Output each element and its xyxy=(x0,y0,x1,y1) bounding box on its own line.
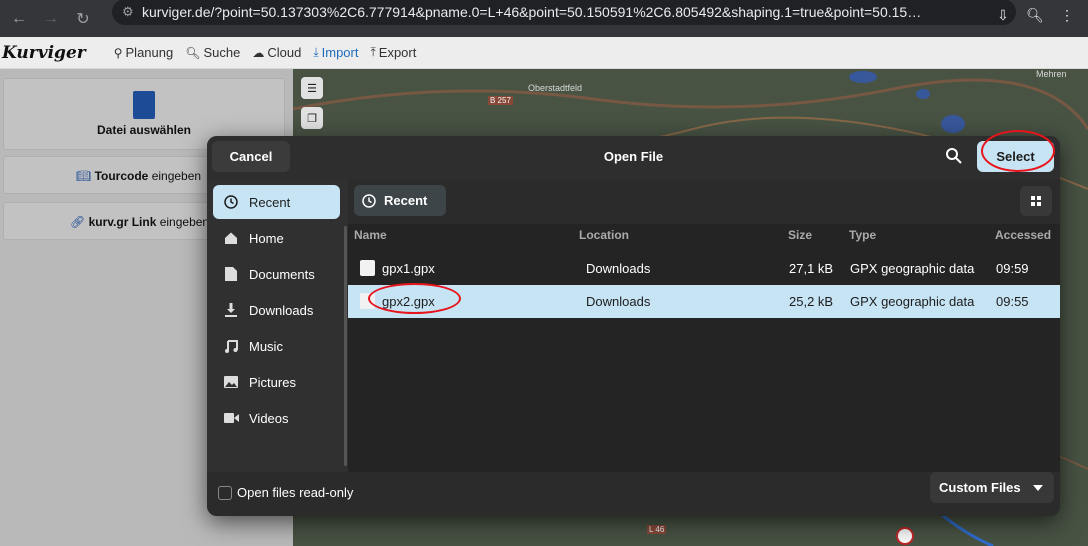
file-accessed: 09:55 xyxy=(996,294,1029,309)
column-header-location[interactable]: Location xyxy=(579,228,629,242)
download-icon xyxy=(223,302,239,318)
file-type: GPX geographic data xyxy=(850,294,975,309)
sidebar-item-videos[interactable]: Videos xyxy=(213,401,340,435)
grid-view-button[interactable] xyxy=(1020,186,1052,216)
file-icon xyxy=(360,260,375,276)
install-app-icon[interactable]: ⇩ xyxy=(990,2,1016,28)
sidebar-scrollbar[interactable] xyxy=(344,226,347,466)
annotation-circle-select xyxy=(981,130,1055,172)
column-header-accessed[interactable]: Accessed xyxy=(995,228,1051,242)
video-icon xyxy=(223,410,239,426)
grid-icon xyxy=(1031,196,1041,206)
file-filter-dropdown[interactable]: Custom Files xyxy=(930,472,1054,503)
music-icon xyxy=(223,338,239,354)
search-icon[interactable] xyxy=(944,146,964,166)
back-arrow-icon[interactable]: ← xyxy=(6,6,32,32)
dialog-header: Cancel Open File Select xyxy=(207,136,1060,180)
forward-arrow-icon[interactable]: → xyxy=(38,6,64,32)
browser-toolbar: ← → ↻ ⚙ kurviger.de/?point=50.137303%2C6… xyxy=(0,0,1088,37)
readonly-label[interactable]: Open files read-only xyxy=(237,485,353,500)
sidebar-item-pictures[interactable]: Pictures xyxy=(213,365,340,399)
chevron-down-icon xyxy=(1032,484,1043,491)
location-recent-button[interactable]: Recent xyxy=(354,185,446,216)
sidebar-item-recent[interactable]: Recent xyxy=(213,185,340,219)
reload-icon[interactable]: ↻ xyxy=(70,6,96,32)
column-header-name[interactable]: Name xyxy=(354,228,387,242)
clock-icon xyxy=(223,194,239,210)
file-location: Downloads xyxy=(586,261,651,276)
sidebar-item-music[interactable]: Music xyxy=(213,329,340,363)
file-accessed: 09:59 xyxy=(996,261,1029,276)
url-text[interactable]: kurviger.de/?point=50.137303%2C6.777914&… xyxy=(142,4,1002,20)
column-header-type[interactable]: Type xyxy=(849,228,876,242)
file-list-pane: Recent Name Location Size Type Accessed … xyxy=(348,180,1060,472)
document-icon xyxy=(223,266,239,282)
zoom-icon[interactable]: 🔍︎ xyxy=(1022,2,1048,28)
file-size: 25,2 kB xyxy=(789,294,834,309)
sidebar-item-documents[interactable]: Documents xyxy=(213,257,340,291)
dialog-footer: Open files read-only Custom Files xyxy=(207,472,1060,516)
column-header-size[interactable]: Size xyxy=(788,228,812,242)
more-icon[interactable]: ⋮ xyxy=(1054,2,1080,28)
file-location: Downloads xyxy=(586,294,651,309)
clock-icon xyxy=(362,193,376,208)
open-file-dialog: Cancel Open File Select Recent Home Docu… xyxy=(207,136,1060,516)
file-name: gpx1.gpx xyxy=(382,261,435,276)
dialog-title: Open File xyxy=(603,149,664,164)
file-row[interactable]: gpx1.gpx Downloads 27,1 kB GPX geographi… xyxy=(348,252,1060,285)
site-settings-icon[interactable]: ⚙ xyxy=(122,4,142,20)
pictures-icon xyxy=(223,374,239,390)
places-sidebar: Recent Home Documents Downloads Music Pi… xyxy=(207,180,348,487)
sidebar-item-home[interactable]: Home xyxy=(213,221,340,255)
file-type: GPX geographic data xyxy=(850,261,975,276)
file-size: 27,1 kB xyxy=(789,261,834,276)
annotation-circle-file xyxy=(368,283,461,314)
address-bar[interactable]: ⚙ kurviger.de/?point=50.137303%2C6.77791… xyxy=(112,0,1016,25)
path-bar: Recent xyxy=(348,180,1060,224)
home-icon xyxy=(223,230,239,246)
cancel-button[interactable]: Cancel xyxy=(212,141,290,172)
sidebar-item-downloads[interactable]: Downloads xyxy=(213,293,340,327)
readonly-checkbox[interactable] xyxy=(218,486,232,500)
